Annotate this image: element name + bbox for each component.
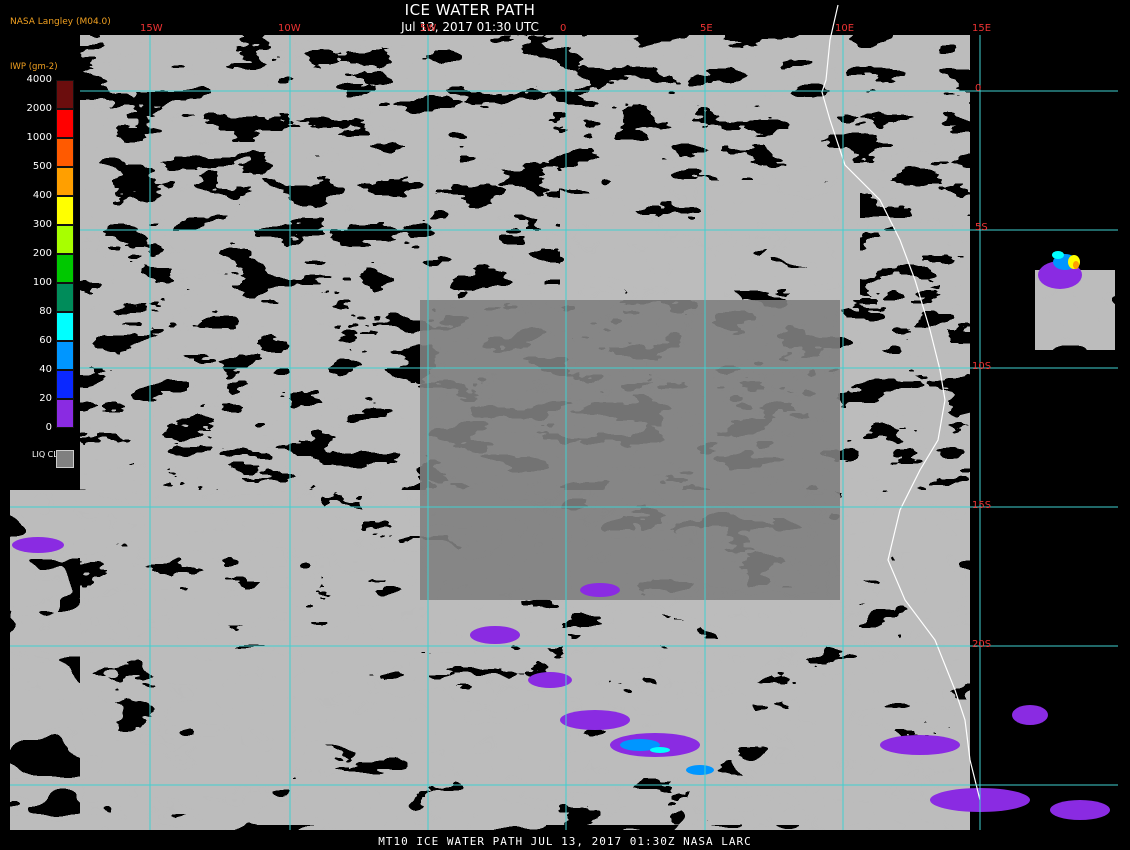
latitude-label: 0 [975, 83, 982, 94]
legend-color-swatch [56, 225, 74, 254]
satellite-map [0, 0, 1130, 850]
liquid-cloud-swatch [56, 450, 74, 468]
legend-value: 400 [32, 190, 52, 201]
legend-value: 1000 [26, 132, 52, 143]
legend-value: 4000 [26, 74, 52, 85]
latitude-label: 15S [972, 500, 992, 511]
latitude-label: 10S [972, 361, 992, 372]
latitude-label: 5S [975, 222, 988, 233]
legend-color-swatch [56, 283, 74, 312]
longitude-label: 10E [835, 23, 855, 34]
legend-value: 0 [45, 422, 52, 433]
legend-color-swatch [56, 167, 74, 196]
legend-value: 2000 [26, 103, 52, 114]
longitude-label: 10W [278, 23, 301, 34]
legend-color-swatch [56, 109, 74, 138]
legend-value: 500 [32, 161, 52, 172]
longitude-label: 0 [560, 23, 567, 34]
legend-color-swatch [56, 138, 74, 167]
legend-color-swatch [56, 254, 74, 283]
legend-color-swatch [56, 80, 74, 109]
legend-value: 100 [32, 277, 52, 288]
longitude-label: 5E [700, 23, 713, 34]
legend-value: 40 [39, 364, 52, 375]
legend-color-swatch [56, 341, 74, 370]
liquid-cloud-layer [10, 35, 1115, 830]
color-legend: IWP (gm-2) 4000 2000 1000 500 400 300 20… [8, 58, 80, 478]
map-title: ICE WATER PATH [404, 1, 536, 19]
legend-value: 80 [39, 306, 52, 317]
legend-value: 60 [39, 335, 52, 346]
legend-title: IWP (gm-2) [10, 62, 58, 72]
legend-value: 20 [39, 393, 52, 404]
legend-value: 200 [32, 248, 52, 259]
latitude-label: 20S [972, 639, 992, 650]
legend-color-swatch [56, 196, 74, 225]
longitude-label: 5W [420, 23, 437, 34]
longitude-label: 15E [972, 23, 992, 34]
footer-caption: MT10 ICE WATER PATH JUL 13, 2017 01:30Z … [378, 835, 752, 848]
producer-label: NASA Langley (M04.0) [10, 17, 111, 27]
longitude-label: 15W [140, 23, 163, 34]
legend-color-swatch [56, 370, 74, 399]
legend-color-swatch [56, 312, 74, 341]
legend-value: 300 [32, 219, 52, 230]
legend-color-swatch [56, 399, 74, 428]
